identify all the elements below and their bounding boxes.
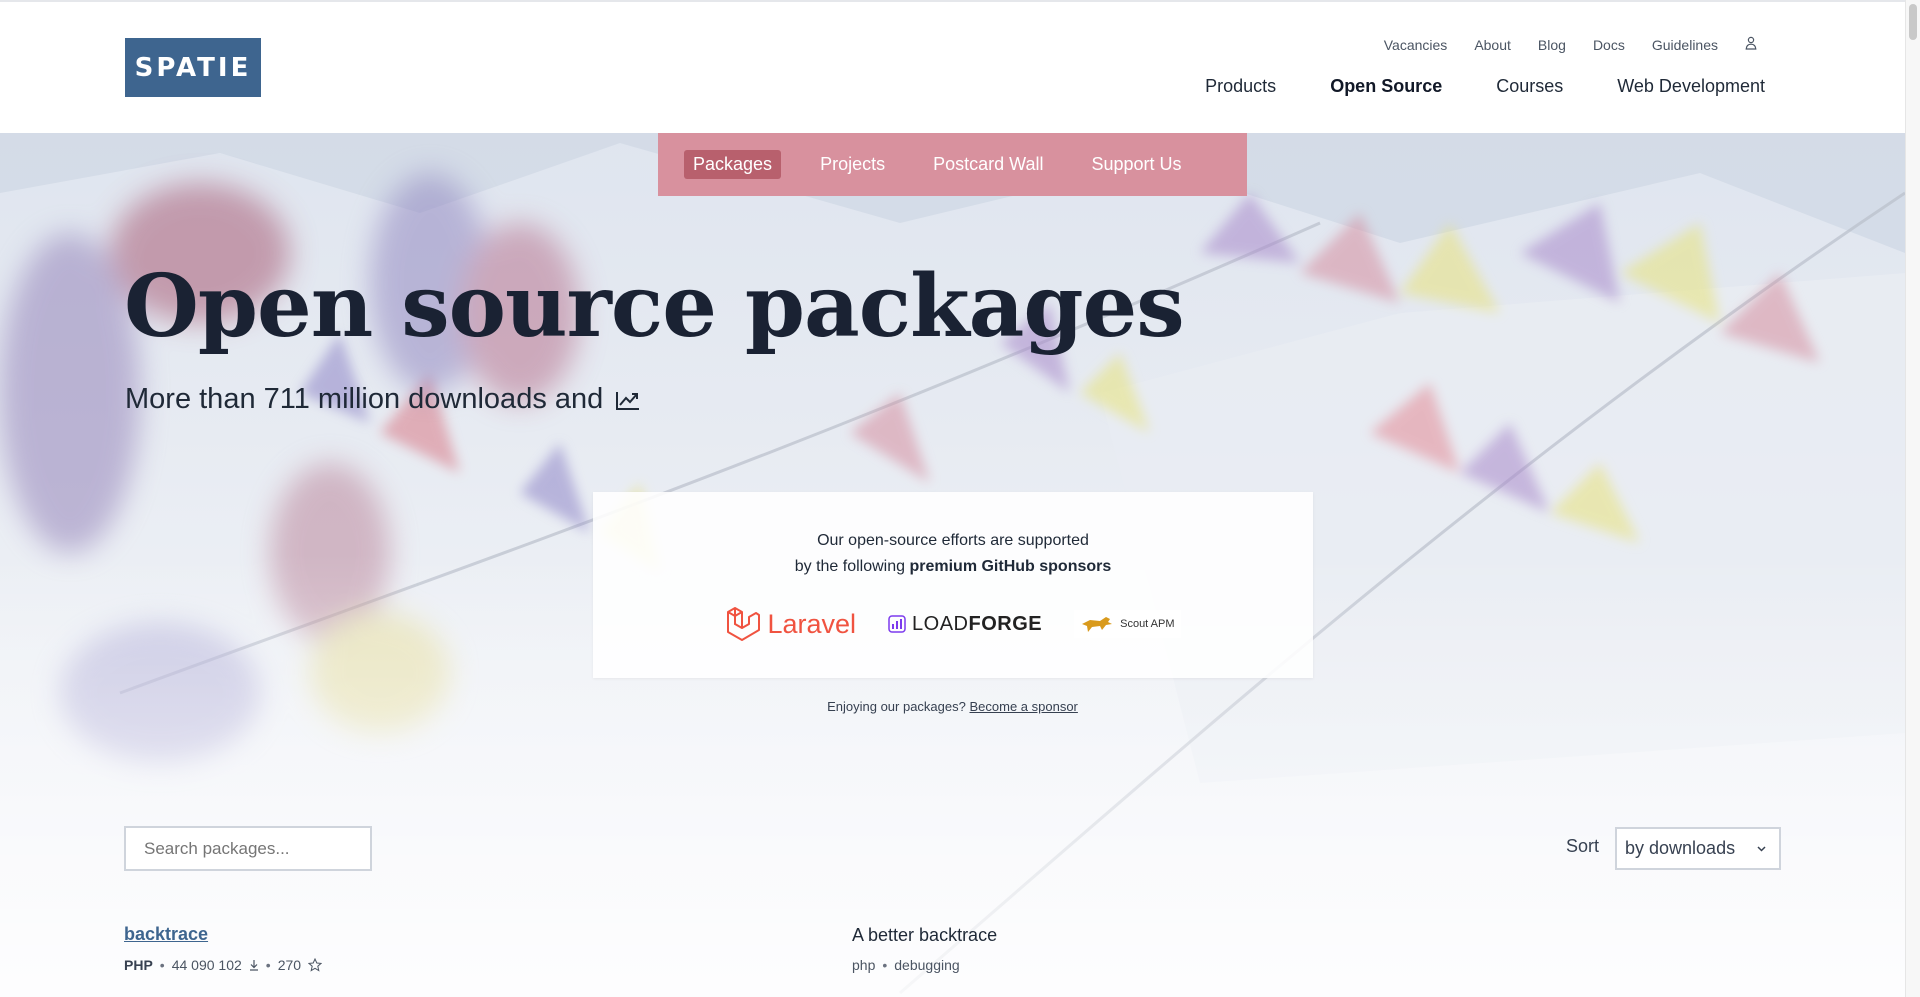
loadforge-wordmark-bold: FORGE: [968, 612, 1043, 635]
chevron-down-icon: [1757, 846, 1766, 852]
subnav-projects[interactable]: Projects: [811, 150, 894, 179]
trending-chart-icon[interactable]: [615, 389, 641, 411]
download-icon: [249, 960, 258, 971]
laravel-icon: [727, 607, 761, 641]
hero-section: Packages Projects Postcard Wall Support …: [0, 133, 1905, 997]
sort-value: by downloads: [1625, 838, 1736, 858]
search-input[interactable]: [124, 826, 372, 871]
sponsors-intro: Our open-source efforts are supported: [817, 532, 1089, 549]
become-sponsor-line: Enjoying our packages? Become a sponsor: [0, 699, 1905, 714]
scout-apm-logo[interactable]: Scout APM: [1074, 610, 1181, 638]
become-sponsor-link[interactable]: Become a sponsor: [969, 699, 1077, 714]
sort-label: Sort: [1566, 836, 1600, 856]
package-name-link[interactable]: backtrace: [124, 924, 208, 945]
loadforge-logo[interactable]: LOADFORGE: [888, 613, 1042, 636]
package-downloads: 44 090 102: [171, 957, 242, 973]
premium-sponsors-label: premium GitHub sponsors: [909, 558, 1112, 575]
package-stars: 270: [277, 957, 302, 973]
package-tag[interactable]: debugging: [894, 957, 959, 973]
open-source-subnav: Packages Projects Postcard Wall Support …: [658, 133, 1247, 196]
package-meta: PHP • 44 090 102 • 270: [124, 957, 323, 973]
account-link[interactable]: [1745, 36, 1757, 53]
scrollbar-thumb[interactable]: [1909, 4, 1917, 40]
package-tag[interactable]: php: [852, 957, 875, 973]
laravel-wordmark: Laravel: [767, 608, 857, 639]
sponsors-intro-prefix: by the following: [794, 558, 906, 575]
nav-web-development[interactable]: Web Development: [1617, 76, 1765, 97]
page-scrollbar[interactable]: [1905, 0, 1920, 997]
sponsors-intro-2: by the following premium GitHub sponsors: [593, 558, 1313, 576]
spatie-logo[interactable]: SPATIE: [125, 38, 261, 97]
package-language: PHP: [124, 957, 153, 973]
package-description: A better backtrace: [852, 925, 998, 945]
nav-products[interactable]: Products: [1205, 76, 1276, 97]
user-icon: [1745, 36, 1757, 50]
laravel-logo[interactable]: Laravel: [725, 606, 856, 642]
separator-dot: •: [159, 957, 165, 973]
subnav-support-us[interactable]: Support Us: [1082, 150, 1190, 179]
sponsors-card: Our open-source efforts are supported by…: [593, 492, 1313, 678]
downloads-text: More than 711 million downloads and: [125, 383, 604, 415]
nav-link-vacancies[interactable]: Vacancies: [1384, 37, 1448, 53]
sponsor-logos: Laravel LOADFORGE Scout APM: [593, 604, 1313, 644]
nav-courses[interactable]: Courses: [1496, 76, 1563, 97]
loadforge-wordmark-light: LOAD: [912, 612, 969, 635]
utility-nav: Vacancies About Blog Docs Guidelines: [1384, 36, 1757, 53]
page-subtitle: More than 711 million downloads and: [125, 383, 641, 416]
loadforge-icon: [888, 615, 906, 633]
page-title: Open source packages: [124, 256, 1185, 357]
nav-open-source[interactable]: Open Source: [1330, 76, 1442, 97]
separator-dot: •: [265, 957, 271, 973]
site-header: SPATIE Vacancies About Blog Docs Guideli…: [0, 2, 1905, 133]
nav-link-guidelines[interactable]: Guidelines: [1652, 37, 1718, 53]
package-tags: php • debugging: [852, 957, 960, 973]
enjoying-text: Enjoying our packages?: [827, 699, 966, 714]
main-nav: Products Open Source Courses Web Develop…: [1205, 76, 1765, 97]
separator-dot: •: [882, 957, 888, 973]
nav-link-blog[interactable]: Blog: [1538, 37, 1566, 53]
nav-link-docs[interactable]: Docs: [1593, 37, 1625, 53]
star-icon: [308, 958, 323, 972]
scout-wordmark: Scout APM: [1120, 618, 1175, 630]
subnav-packages[interactable]: Packages: [684, 150, 782, 179]
subnav-postcard-wall[interactable]: Postcard Wall: [924, 150, 1052, 179]
scout-dog-icon: [1082, 617, 1113, 632]
nav-link-about[interactable]: About: [1474, 37, 1511, 53]
sort-select[interactable]: by downloads: [1615, 827, 1781, 870]
